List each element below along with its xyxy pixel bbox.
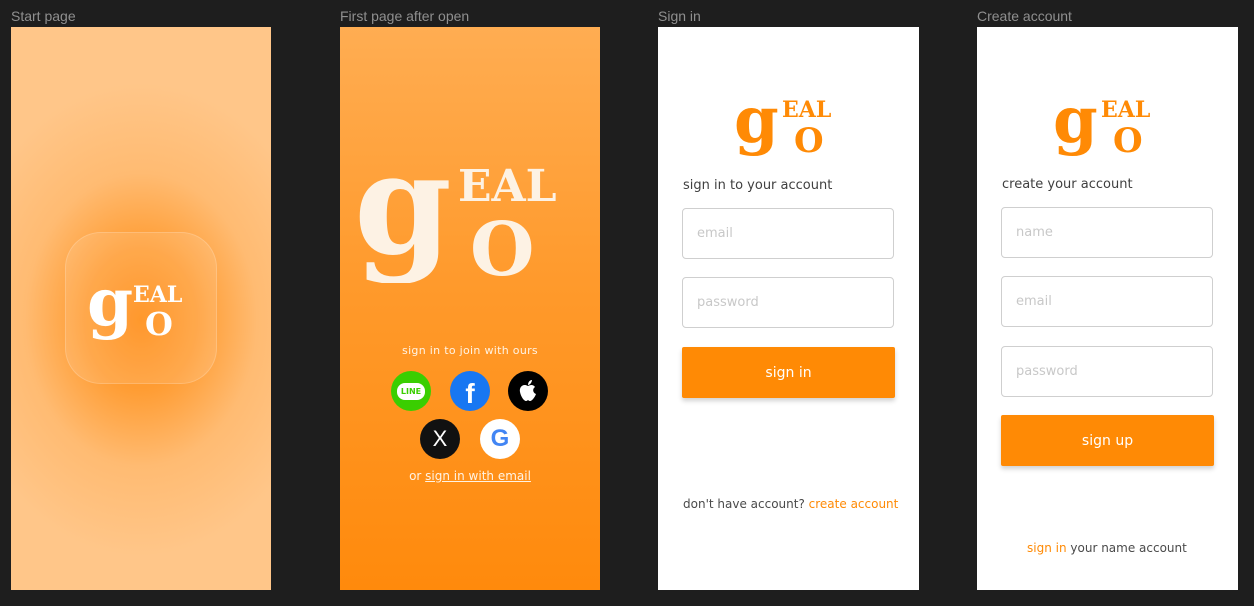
google-button[interactable]: G [480, 419, 520, 459]
create-account-frame: g EAL O create your account sign up sign… [977, 27, 1238, 590]
brand-big-letter: g [358, 135, 452, 283]
line-label: LINE [400, 386, 422, 396]
x-button[interactable]: X [420, 419, 460, 459]
password-field[interactable] [682, 277, 894, 328]
frame-label-first: First page after open [340, 8, 470, 24]
create-email-field[interactable] [1001, 276, 1213, 327]
signin-logo-top: EAL [782, 97, 831, 123]
create-password-field[interactable] [1001, 346, 1213, 397]
brand-small-top: EAL [458, 161, 557, 212]
create-footer: sign in your name account [1027, 541, 1187, 555]
start-page-frame: g EAL O [11, 27, 271, 590]
signin-title: sign in to your account [683, 178, 833, 193]
line-icon: LINE [396, 382, 426, 400]
google-label: G [490, 425, 510, 452]
create-title: create your account [1002, 177, 1133, 192]
brand-logo: g EAL O [358, 135, 557, 283]
logo-big-letter: g [89, 269, 133, 341]
signin-logo-bottom: O [794, 121, 824, 157]
create-footer-text: your name account [1070, 541, 1187, 555]
app-logo: g EAL O [89, 269, 182, 341]
facebook-label: f [465, 378, 475, 409]
or-line: or sign in with email [340, 469, 600, 483]
signin-footer: don't have account? create account [683, 497, 898, 511]
create-logo-big: g [1055, 87, 1098, 157]
sign-in-link[interactable]: sign in [1027, 541, 1067, 555]
join-text: sign in to join with ours [402, 344, 538, 357]
line-button[interactable]: LINE [391, 371, 431, 411]
sign-in-frame: g EAL O sign in to your account sign in … [658, 27, 919, 590]
email-field[interactable] [682, 208, 894, 259]
or-text: or [409, 469, 422, 483]
sign-in-with-email-link[interactable]: sign in with email [425, 469, 531, 483]
signin-logo: g EAL O [736, 87, 831, 157]
x-icon: X [433, 426, 448, 452]
first-page-frame: g EAL O sign in to join with ours LINE f… [340, 27, 600, 590]
create-logo-bottom: O [1113, 121, 1143, 157]
apple-icon [519, 380, 536, 401]
create-logo: g EAL O [1055, 87, 1150, 157]
name-field[interactable] [1001, 207, 1213, 258]
create-logo-top: EAL [1101, 97, 1150, 123]
create-account-link[interactable]: create account [809, 497, 899, 511]
apple-button[interactable] [508, 371, 548, 411]
brand-small-bottom: O [470, 207, 534, 283]
signin-logo-big: g [736, 87, 779, 157]
google-icon: G [491, 425, 510, 453]
x-label: X [432, 426, 448, 451]
signin-footer-text: don't have account? [683, 497, 805, 511]
facebook-icon: f [465, 378, 474, 410]
frame-label-start: Start page [11, 8, 76, 24]
sign-in-button[interactable]: sign in [682, 347, 895, 398]
sign-up-button[interactable]: sign up [1001, 415, 1214, 466]
frame-label-signin: Sign in [658, 8, 701, 24]
logo-small-bottom: O [145, 305, 173, 341]
frame-label-create: Create account [977, 8, 1072, 24]
facebook-button[interactable]: f [450, 371, 490, 411]
